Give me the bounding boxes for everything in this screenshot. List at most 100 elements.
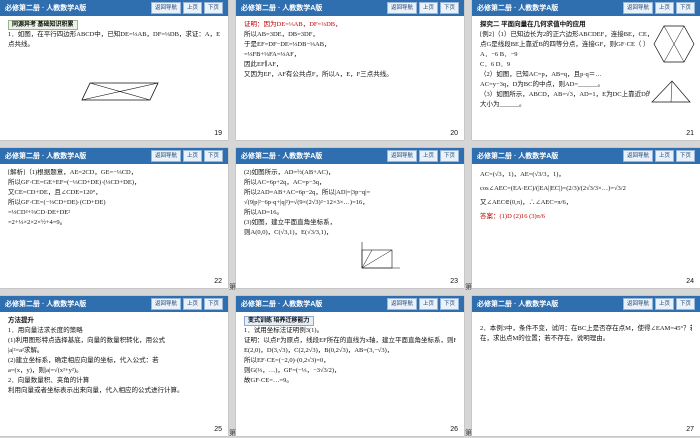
nav-back-button[interactable]: 返回导航 <box>386 298 417 310</box>
slide-26[interactable]: 必修第二册 · 人教数学A版 返回导航 上页 下页 变式训练 培养迁移能力 1．… <box>236 296 464 436</box>
slide-header: 必修第二册 · 人教数学A版 返回导航 上页 下页 <box>0 0 228 16</box>
method-line: 2．向量数量积、夹角的计算 <box>8 377 90 384</box>
page-number: 25 <box>214 426 222 433</box>
method-line: 利用向量或者坐标表示出来向量，代入相应的公式进行计算。 <box>8 387 184 394</box>
exercise-line: 所以EF·CE=(−2,0)·(0,2√3)=0， <box>244 357 330 364</box>
solution-line: 所以AC=6p+2q，AC=p−3q， <box>244 179 326 186</box>
next-page-button[interactable]: 下页 <box>203 150 223 162</box>
next-page-button[interactable]: 下页 <box>675 2 695 14</box>
solution-line: 所以GF·CE=(−⅓CD+DE)·(CD+DE) <box>8 199 106 206</box>
method-line: (1)利用图形特点选择基底，向量的数量积转化，用公式 <box>8 337 166 344</box>
prev-page-button[interactable]: 上页 <box>182 150 202 162</box>
slide-header: 必修第二册 · 人教数学A版 返回导航 上页 下页 <box>0 296 228 312</box>
method-line: 1．用向量法求长度的策略 <box>8 327 83 334</box>
slide-header: 必修第二册 · 人教数学A版 返回导航 上页 下页 <box>0 148 228 164</box>
solution-line: 所以GF·CE=GE+EF=(−⅓CD+DE)·(⅓CD+DE)， <box>8 179 141 186</box>
proof-line: 因此EF∥AF， <box>244 61 283 68</box>
problem-text: 点共线。 <box>8 41 34 48</box>
problem-text: 点G是线段BE上靠近B的四等分点，连接GF，则GF·CE（ ） <box>480 41 650 48</box>
proof-line: 所以AB=3DE，DB=3DF， <box>244 31 319 38</box>
problem-text: 1．如图，在平行四边形ABCD中，已知DE=⅓AB，DF=⅓DB，求证：A，E，… <box>8 31 220 38</box>
next-page-button[interactable]: 下页 <box>203 2 223 14</box>
prev-page-button[interactable]: 上页 <box>182 298 202 310</box>
proof-line: =⅓FB+⅓FA=⅓AF， <box>244 51 301 58</box>
slide-19[interactable]: 必修第二册 · 人教数学A版 返回导航 上页 下页 同源异考 基础知识积累 1．… <box>0 0 228 140</box>
nav-back-button[interactable]: 返回导航 <box>150 2 181 14</box>
next-page-button[interactable]: 下页 <box>203 298 223 310</box>
prev-page-button[interactable]: 上页 <box>654 298 674 310</box>
nav-back-button[interactable]: 返回导航 <box>386 150 417 162</box>
proof-line: 又因为EF，AF有公共点F，所以A，E，F三点共线。 <box>244 71 393 78</box>
nav-back-button[interactable]: 返回导航 <box>622 2 653 14</box>
slide-25[interactable]: 必修第二册 · 人教数学A版 返回导航 上页 下页 方法提升 1．用向量法求长度… <box>0 296 228 436</box>
slide-body: 方法提升 1．用向量法求长度的策略 (1)利用图形特点选择基底，向量的数量积转化… <box>8 316 220 422</box>
slide-title: 必修第二册 · 人教数学A版 <box>5 153 87 160</box>
slide-body: 同源异考 基础知识积累 1．如图，在平行四边形ABCD中，已知DE=⅓AB，DF… <box>8 20 220 126</box>
exercise-line: 故GF·CE=…=9。 <box>244 377 293 384</box>
exercise-line: E(2,0)，D(3,√3)，C(2,2√3)，B(0,2√3)，AB=(3,−… <box>244 347 394 354</box>
gutter-mark: 第 <box>229 284 236 291</box>
slide-title: 必修第二册 · 人教数学A版 <box>477 301 559 308</box>
slide-20[interactable]: 必修第二册 · 人教数学A版 返回导航 上页 下页 证明：因为DE=⅓AB，DF… <box>236 0 464 140</box>
slide-body: 2．本例3中，条件不变，试问：在BC上是否存在点M，使得∠EAM=45°？若存 … <box>480 324 692 422</box>
solution-line: 所以AD=16。 <box>244 209 284 216</box>
page-number: 20 <box>450 130 458 137</box>
next-page-button[interactable]: 下页 <box>675 150 695 162</box>
slide-header: 必修第二册 · 人教数学A版 返回导航 上页 下页 <box>236 148 464 164</box>
method-line: a=(x，y)，则|a|=√(x²+y²)。 <box>8 367 83 374</box>
problem-text: 大小为______。 <box>480 101 526 108</box>
problem-text: AC=y−3q，D为BC的中点，则AD=______。 <box>480 81 605 88</box>
solution-line: √(9|p|²−6p·q+|q|²)=√(9×(2√3)²−12×3×…)=16… <box>244 199 369 206</box>
answer-line: 答案：(1)D (2)16 (3)π/6 <box>480 213 546 220</box>
exercise-line: 证明：以点F为原点，线段EF所在的直线为x轴，建立平面直角坐标系，则F(0,0)… <box>244 337 456 344</box>
slide-body: AC=(√3，1)，AE=(√3/3，1)， cos∠AEC=(EA·EC)/(… <box>480 168 692 274</box>
next-page-button[interactable]: 下页 <box>439 298 459 310</box>
page-number: 23 <box>450 278 458 285</box>
slide-23[interactable]: 必修第二册 · 人教数学A版 返回导航 上页 下页 (2)如图所示，AD=½(A… <box>236 148 464 288</box>
prev-page-button[interactable]: 上页 <box>654 2 674 14</box>
hexagon-figure <box>653 25 695 63</box>
proof-line: 证明：因为DE=⅓AB，DF=⅓DB， <box>244 21 342 28</box>
slide-title: 必修第二册 · 人教数学A版 <box>241 301 323 308</box>
solution-line: 所以2AD=AB+AC=6p−2q，所以|AD|=|3p−q|= <box>244 189 371 196</box>
nav-back-button[interactable]: 返回导航 <box>622 150 653 162</box>
nav-back-button[interactable]: 返回导航 <box>150 150 181 162</box>
prev-page-button[interactable]: 上页 <box>182 2 202 14</box>
solution-line: (2)如图所示，AD=½(AB+AC)， <box>244 169 335 176</box>
prev-page-button[interactable]: 上页 <box>418 150 438 162</box>
next-page-button[interactable]: 下页 <box>439 2 459 14</box>
triangle-figure <box>651 80 691 103</box>
prev-page-button[interactable]: 上页 <box>418 2 438 14</box>
solution-line: =2+⅓×2×2×½+4=9。 <box>8 219 67 226</box>
method-line: (2)建立坐标系，确定相应向量的坐标，代入公式：若 <box>8 357 159 364</box>
nav-back-button[interactable]: 返回导航 <box>622 298 653 310</box>
gutter-mark: 第 <box>465 284 472 291</box>
slide-22[interactable]: 必修第二册 · 人教数学A版 返回导航 上页 下页 [解析]（1)根据题意，AE… <box>0 148 228 288</box>
slide-21[interactable]: 必修第二册 · 人教数学A版 返回导航 上页 下页 探究二 平面向量在几何求值中… <box>472 0 700 140</box>
nav-back-button[interactable]: 返回导航 <box>150 298 181 310</box>
solution-line: AC=(√3，1)，AE=(√3/3，1)， <box>480 171 565 178</box>
slide-header: 必修第二册 · 人教数学A版 返回导航 上页 下页 <box>236 296 464 312</box>
exercise-tag: 变式训练 培养迁移能力 <box>244 316 314 326</box>
nav-back-button[interactable]: 返回导航 <box>386 2 417 14</box>
problem-text: [例2]（1）已知边长为2的正六边形ABCDEF，连接BE，CE， <box>480 31 650 38</box>
next-page-button[interactable]: 下页 <box>675 298 695 310</box>
prev-page-button[interactable]: 上页 <box>654 150 674 162</box>
slide-24[interactable]: 必修第二册 · 人教数学A版 返回导航 上页 下页 AC=(√3，1)，AE=(… <box>472 148 700 288</box>
slide-title: 必修第二册 · 人教数学A版 <box>477 153 559 160</box>
prev-page-button[interactable]: 上页 <box>418 298 438 310</box>
slide-header: 必修第二册 · 人教数学A版 返回导航 上页 下页 <box>472 0 700 16</box>
next-page-button[interactable]: 下页 <box>439 150 459 162</box>
section-heading: 方法提升 <box>8 317 34 324</box>
slide-body: 变式训练 培养迁移能力 1．试用坐标法证明例3(1)。 证明：以点F为原点，线段… <box>244 316 456 422</box>
option-text: C．6 D．9 <box>480 61 511 68</box>
exercise-line: 则G(⅓，…)，GF=(−⅓，−3√3/2)， <box>244 367 341 374</box>
solution-line: [解析]（1)根据题意，AE=2CD，GE=−⅓CD， <box>8 169 138 176</box>
slide-27[interactable]: 必修第二册 · 人教数学A版 返回导航 上页 下页 2．本例3中，条件不变，试问… <box>472 296 700 436</box>
slide-title: 必修第二册 · 人教数学A版 <box>5 5 87 12</box>
slide-body: 探究二 平面向量在几何求值中的应用 [例2]（1）已知边长为2的正六边形ABCD… <box>480 20 650 126</box>
page-number: 22 <box>214 278 222 285</box>
coordinate-figure <box>361 242 400 269</box>
solution-line: 则A(0,0)，C(√3,1)，E(√3/3,1)， <box>244 229 333 236</box>
exercise-line: 1．试用坐标法证明例3(1)。 <box>244 327 324 334</box>
